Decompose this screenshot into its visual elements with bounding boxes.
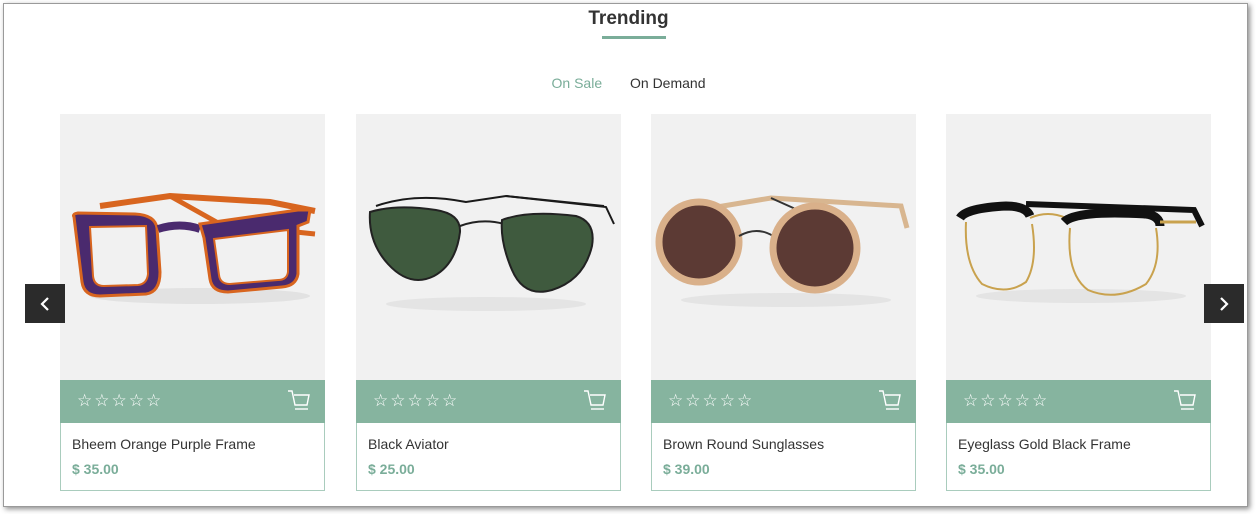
product-info: Black Aviator $ 25.00: [356, 423, 621, 491]
product-card[interactable]: ☆☆☆☆☆ Black Aviator $ 25.00: [356, 114, 621, 491]
product-info: Eyeglass Gold Black Frame $ 35.00: [946, 423, 1211, 491]
gold-black-eyeglasses-icon: [956, 201, 1205, 303]
product-action-bar: ☆☆☆☆☆: [946, 380, 1211, 423]
product-card[interactable]: ☆☆☆☆☆ Eyeglass Gold Black Frame $ 35.00: [946, 114, 1211, 491]
black-aviator-sunglasses-icon: [368, 194, 615, 311]
chevron-left-icon: [40, 296, 49, 311]
product-action-bar: ☆☆☆☆☆: [356, 380, 621, 423]
product-name[interactable]: Bheem Orange Purple Frame: [72, 436, 256, 452]
product-image[interactable]: [356, 114, 621, 380]
star-rating[interactable]: ☆☆☆☆☆: [77, 392, 163, 410]
product-price: $ 35.00: [958, 461, 1005, 477]
star-rating[interactable]: ☆☆☆☆☆: [668, 392, 754, 410]
product-name[interactable]: Black Aviator: [368, 436, 449, 452]
cart-icon[interactable]: [287, 389, 311, 418]
tab-on-sale[interactable]: On Sale: [552, 75, 603, 91]
orange-purple-glasses-icon: [72, 192, 316, 304]
section-title: Trending: [588, 8, 669, 29]
product-info: Bheem Orange Purple Frame $ 35.00: [60, 423, 325, 491]
cart-icon[interactable]: [878, 389, 902, 418]
product-name[interactable]: Eyeglass Gold Black Frame: [958, 436, 1131, 452]
product-image[interactable]: [946, 114, 1211, 380]
tab-bar: On Sale On Demand: [0, 75, 1257, 91]
brown-round-sunglasses-icon: [655, 195, 910, 307]
cart-icon[interactable]: [1173, 389, 1197, 418]
product-card[interactable]: ☆☆☆☆☆ Bheem Orange Purple Frame $ 35.00: [60, 114, 325, 491]
product-price: $ 25.00: [368, 461, 415, 477]
product-price: $ 39.00: [663, 461, 710, 477]
star-rating[interactable]: ☆☆☆☆☆: [963, 392, 1049, 410]
cart-icon[interactable]: [583, 389, 607, 418]
product-image[interactable]: [651, 114, 916, 380]
carousel-next-button[interactable]: [1204, 284, 1244, 323]
tab-on-demand[interactable]: On Demand: [630, 75, 705, 91]
product-image[interactable]: [60, 114, 325, 380]
star-rating[interactable]: ☆☆☆☆☆: [373, 392, 459, 410]
title-underline: [602, 36, 666, 39]
product-name[interactable]: Brown Round Sunglasses: [663, 436, 824, 452]
carousel-prev-button[interactable]: [25, 284, 65, 323]
product-action-bar: ☆☆☆☆☆: [60, 380, 325, 423]
product-card[interactable]: ☆☆☆☆☆ Brown Round Sunglasses $ 39.00: [651, 114, 916, 491]
product-info: Brown Round Sunglasses $ 39.00: [651, 423, 916, 491]
chevron-right-icon: [1220, 296, 1229, 311]
product-action-bar: ☆☆☆☆☆: [651, 380, 916, 423]
product-price: $ 35.00: [72, 461, 119, 477]
